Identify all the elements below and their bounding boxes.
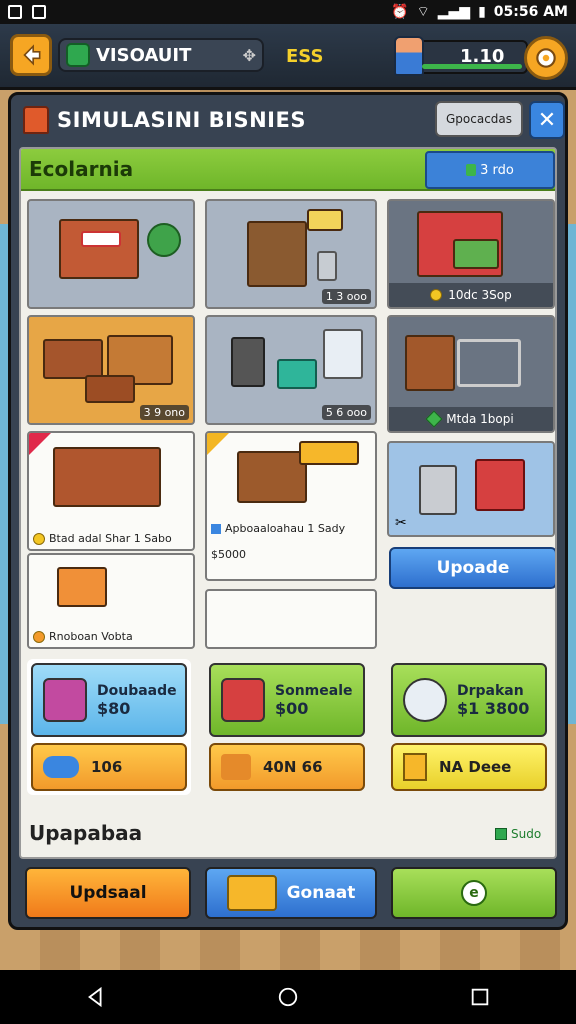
coin-counter: ESS <box>286 46 324 67</box>
tile-basket[interactable]: Rnoboan Vobta <box>27 553 195 649</box>
tile-storefront[interactable] <box>27 199 195 309</box>
tile-price: 5 6 ooo <box>321 405 371 420</box>
wifi-icon: ⌔ <box>416 4 430 20</box>
coin-stack-icon <box>403 753 427 781</box>
category-price: 3 rdo <box>480 162 514 178</box>
boost-icon <box>43 756 79 778</box>
cabinet-icon <box>43 678 87 722</box>
tile-produce-stand[interactable]: Apboaaloahau 1 Sady $5000 <box>205 431 377 581</box>
tile-price: 1 3 ooo <box>321 289 371 304</box>
move-icon: ✥ <box>242 45 256 65</box>
tile-appliances[interactable]: 5 6 ooo <box>205 315 377 425</box>
back-nav-icon[interactable] <box>85 986 107 1008</box>
card-header: Doubaade $80 <box>31 663 187 737</box>
card-title: Doubaade <box>97 682 177 699</box>
card-buy-button[interactable]: 106 <box>31 743 187 791</box>
bottom-button-row: Updsaal Gonaat e <box>25 867 559 921</box>
tile-caption: Mtda 1bopi <box>389 407 553 431</box>
tile-empty[interactable] <box>205 589 377 649</box>
shop-card-3[interactable]: Drpakan $1 3800 NA Deee <box>387 659 551 795</box>
card-price: $1 3800 <box>457 698 530 718</box>
player-name-pill[interactable]: VISOAUIT ✥ <box>58 38 264 72</box>
panel-title: SIMULASINI BISNIES <box>57 108 306 132</box>
settings-button[interactable] <box>524 36 568 80</box>
gem-icon <box>425 410 443 428</box>
category-bar: Ecolarnia 3 rdo <box>21 149 555 191</box>
tile-wood-counters[interactable]: 3 9 ono <box>27 315 195 425</box>
card-header: Drpakan $1 3800 <box>391 663 547 737</box>
update-button[interactable]: Updsaal <box>25 867 191 919</box>
cash-icon <box>495 828 507 840</box>
card-header: Sonmeale $00 <box>209 663 365 737</box>
tree-icon <box>147 223 181 257</box>
level-progress-bar <box>422 64 522 69</box>
gallery-icon <box>32 5 46 19</box>
card-bottom-value: 40N 66 <box>263 758 323 776</box>
tile-wagon[interactable]: Btad adal Shar 1 Sabo <box>27 431 195 551</box>
status-bar: ⏰ ⌔ ▂▄▆ ▮ 05:56 AM <box>0 0 576 24</box>
alarm-icon: ⏰ <box>391 4 409 20</box>
avatar[interactable] <box>394 36 424 76</box>
clock: 05:56 AM <box>493 4 568 20</box>
shop-icon <box>23 106 49 134</box>
notification-icon <box>8 5 22 19</box>
sale-ribbon <box>207 433 231 457</box>
cash-icon <box>466 164 477 176</box>
check-icon: e <box>461 880 487 906</box>
business-panel: SIMULASINI BISNIES Gpocacdas ✕ Ecolarnia… <box>8 92 568 930</box>
blue-square-icon <box>211 523 221 534</box>
shield-icon <box>33 630 45 643</box>
back-button[interactable] <box>10 34 52 76</box>
hand-icon <box>221 754 251 780</box>
battery-icon: ▮ <box>478 4 486 20</box>
panel-content: Ecolarnia 3 rdo 1 3 ooo 10dc 3Sop 3 9 on… <box>19 147 557 859</box>
tile-caption: Rnoboan Vobta <box>33 630 189 643</box>
card-bottom-value: NA Deee <box>439 758 512 776</box>
machine-icon <box>221 678 265 722</box>
shop-card-2[interactable]: Sonmeale $00 40N 66 <box>205 659 369 795</box>
confirm-button[interactable]: e <box>391 867 557 919</box>
cash-icon <box>66 43 90 67</box>
camera-icon <box>226 875 277 911</box>
tile-caption: Btad adal Shar 1 Sabo <box>33 532 189 545</box>
level-box: 1.10 <box>394 36 528 76</box>
android-navbar <box>0 970 576 1024</box>
gear-icon <box>536 48 556 68</box>
home-nav-icon[interactable] <box>277 986 299 1008</box>
signal-icon: ▂▄▆ <box>437 4 471 20</box>
tile-price: 3 9 ono <box>139 405 189 420</box>
upgrade-button[interactable]: Upoade <box>389 547 555 589</box>
tile-appliance-cart[interactable]: ✂ <box>387 441 555 537</box>
card-bottom-value: 106 <box>91 758 123 776</box>
tile-shelf-display[interactable]: 1 3 ooo <box>205 199 377 309</box>
card-title: Sonmeale <box>275 682 353 699</box>
tile-caption: Apboaaloahau 1 Sady <box>211 522 371 535</box>
tile-cart-shelf[interactable]: Mtda 1bopi <box>387 315 555 433</box>
coin-icon <box>33 532 45 545</box>
card-buy-button[interactable]: NA Deee <box>391 743 547 791</box>
card-price: $00 <box>275 698 309 718</box>
tools-icon: ✂ <box>395 515 407 531</box>
top-hud: VISOAUIT ✥ ESS 1.10 <box>0 24 576 90</box>
coin-icon <box>430 289 443 301</box>
card-buy-button[interactable]: 40N 66 <box>209 743 365 791</box>
scanner-icon <box>403 678 447 722</box>
footer-label: Upapabaa <box>29 821 143 845</box>
tile-subcaption: $5000 <box>211 548 246 561</box>
tile-caption: 10dc 3Sop <box>389 283 553 307</box>
close-button[interactable]: ✕ <box>529 101 565 139</box>
player-name: VISOAUIT <box>96 44 192 66</box>
shop-card-1[interactable]: Doubaade $80 106 <box>27 659 191 795</box>
filter-button[interactable]: Gpocacdas <box>435 101 523 137</box>
arrow-left-icon <box>23 44 41 66</box>
contact-button[interactable]: Gonaat <box>205 867 377 919</box>
category-price-tag[interactable]: 3 rdo <box>425 151 555 189</box>
card-title: Drpakan <box>457 682 524 699</box>
tile-bisney-stand[interactable]: 10dc 3Sop <box>387 199 555 309</box>
recents-nav-icon[interactable] <box>469 986 491 1008</box>
footer-status: Sudo <box>495 827 541 841</box>
category-label: Ecolarnia <box>29 157 134 181</box>
card-price: $80 <box>97 698 131 718</box>
sale-ribbon <box>29 433 53 457</box>
